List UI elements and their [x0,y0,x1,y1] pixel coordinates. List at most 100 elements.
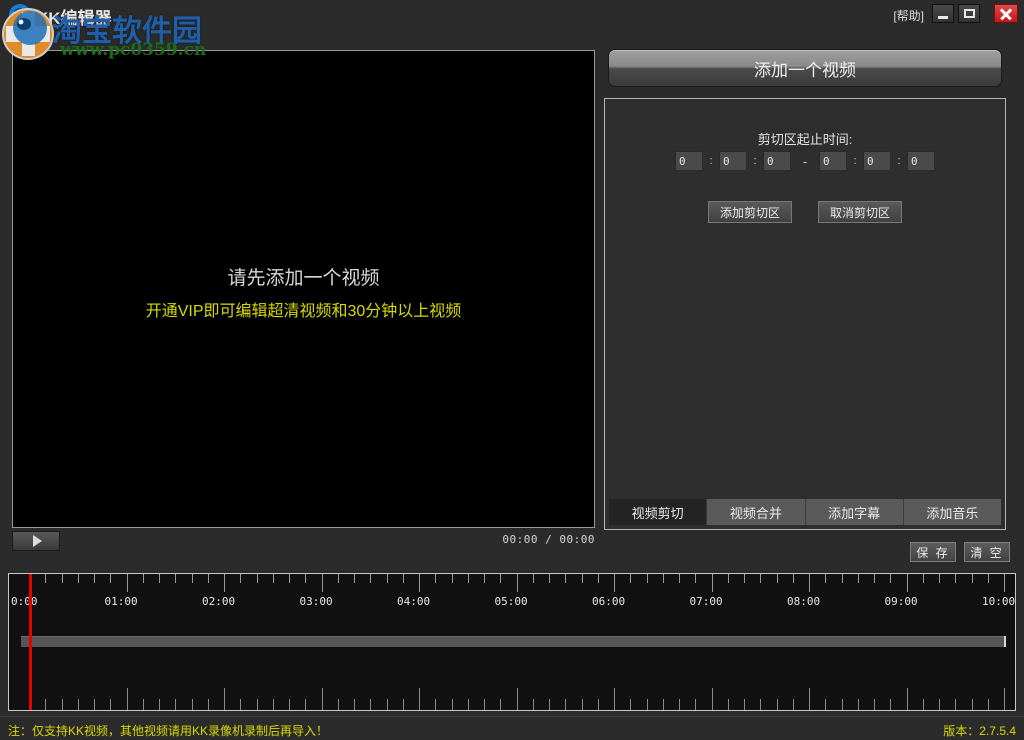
ruler-minor-tick [939,574,940,583]
start-hours-input[interactable]: 0 [675,151,703,171]
ruler-minor-tick [890,574,892,583]
ruler-minor-tick [874,574,875,583]
timeline-track[interactable] [21,636,1006,647]
ruler-minor-tick [337,574,339,583]
ruler-label: 01:00 [104,595,138,608]
track-minor-tick [159,699,160,710]
track-minor-tick [987,699,989,710]
ruler-minor-tick [289,574,290,583]
ruler-major-tick [614,574,615,592]
track-minor-tick [695,699,697,710]
track-minor-tick [61,699,63,710]
track-major-tick [1004,688,1005,710]
start-minutes-input[interactable]: 0 [719,151,747,171]
track-minor-tick [532,699,534,710]
start-seconds-input[interactable]: 0 [763,151,791,171]
app-logo-icon [9,4,31,26]
track-major-tick [321,688,323,710]
tab-add-subtitle[interactable]: 添加字幕 [805,499,904,525]
ruler-minor-tick [776,574,778,583]
ruler-minor-tick [760,574,762,583]
ruler-minor-tick [467,574,469,583]
maximize-button[interactable] [958,4,980,23]
track-minor-tick [451,699,453,710]
timeline-playhead[interactable] [29,574,32,710]
time-separator: : [853,155,857,167]
ruler-minor-tick [484,574,485,583]
track-major-tick [809,688,810,710]
play-button[interactable] [12,531,60,551]
track-minor-tick [467,699,469,710]
track-major-tick [516,688,518,710]
ruler-minor-tick [792,574,794,583]
ruler-minor-tick [305,574,307,583]
ruler-minor-tick [630,574,632,583]
track-minor-tick [110,699,112,710]
save-button[interactable]: 保 存 [910,542,956,562]
video-preview-area[interactable]: 请先添加一个视频 开通VIP即可编辑超清视频和30分钟以上视频 [12,50,595,528]
track-major-tick [906,688,908,710]
track-minor-tick [760,699,762,710]
tab-add-music[interactable]: 添加音乐 [903,499,1001,525]
close-button[interactable] [994,4,1018,23]
clear-button[interactable]: 清 空 [964,542,1010,562]
ruler-minor-tick [175,574,177,583]
track-minor-tick [874,699,875,710]
track-minor-tick [337,699,339,710]
ruler-label: 0:00 [11,595,38,608]
ruler-minor-tick [971,574,973,583]
ruler-label: 04:00 [397,595,431,608]
track-minor-tick [776,699,778,710]
track-minor-tick [630,699,632,710]
ruler-minor-tick [679,574,680,583]
minimize-button[interactable] [932,4,954,23]
track-minor-tick [386,699,388,710]
track-minor-tick [727,699,729,710]
track-minor-tick [581,699,583,710]
end-minutes-input[interactable]: 0 [863,151,891,171]
ruler-label: 03:00 [299,595,333,608]
timeline-ruler[interactable]: 0:00 01:00 02:00 03:00 04:00 05:00 06:00 07:00 0… [9,574,1015,614]
ruler-minor-tick [500,574,502,583]
track-minor-tick [45,699,47,710]
track-minor-tick [240,699,242,710]
play-icon [33,535,42,547]
tab-video-merge[interactable]: 视频合并 [707,499,806,525]
ruler-minor-tick [61,574,63,583]
track-minor-tick [939,699,940,710]
track-minor-tick [142,699,144,710]
timeline[interactable]: 0:00 01:00 02:00 03:00 04:00 05:00 06:00 07:00 0… [8,573,1016,711]
track-minor-tick [500,699,502,710]
track-minor-tick [77,699,79,710]
end-hours-input[interactable]: 0 [819,151,847,171]
tools-panel: 剪切区起止时间: 0 : 0 : 0 - 0 : 0 : 0 添加剪切区 取消剪… [604,98,1006,530]
ruler-minor-tick [272,574,274,583]
player-controls-bar: 00:00 / 00:00 [12,531,595,555]
ruler-minor-tick [922,574,924,583]
track-minor-tick [857,699,859,710]
ruler-minor-tick [354,574,355,583]
ruler-minor-tick [207,574,209,583]
ruler-minor-tick [256,574,258,583]
ruler-minor-tick [955,574,957,583]
ruler-minor-tick [597,574,599,583]
page-title: KK编辑器 [36,9,112,28]
cancel-clip-button[interactable]: 取消剪切区 [818,201,902,223]
ruler-major-tick [126,574,128,592]
track-major-tick [711,688,713,710]
track-minor-tick [890,699,892,710]
help-link[interactable]: [帮助] [893,7,924,24]
title-bar: KK编辑器 [帮助] [0,0,1024,30]
ruler-minor-tick [110,574,112,583]
track-minor-tick [256,699,258,710]
ruler-minor-tick [451,574,453,583]
vip-promo-message: 开通VIP即可编辑超清视频和30分钟以上视频 [145,303,462,320]
add-clip-button[interactable]: 添加剪切区 [708,201,792,223]
track-minor-tick [662,699,664,710]
ruler-minor-tick [370,574,372,583]
ruler-minor-tick [695,574,697,583]
end-seconds-input[interactable]: 0 [907,151,935,171]
add-video-button[interactable]: 添加一个视频 [608,49,1002,87]
ruler-minor-tick [94,574,95,583]
tab-video-cut[interactable]: 视频剪切 [609,499,708,525]
